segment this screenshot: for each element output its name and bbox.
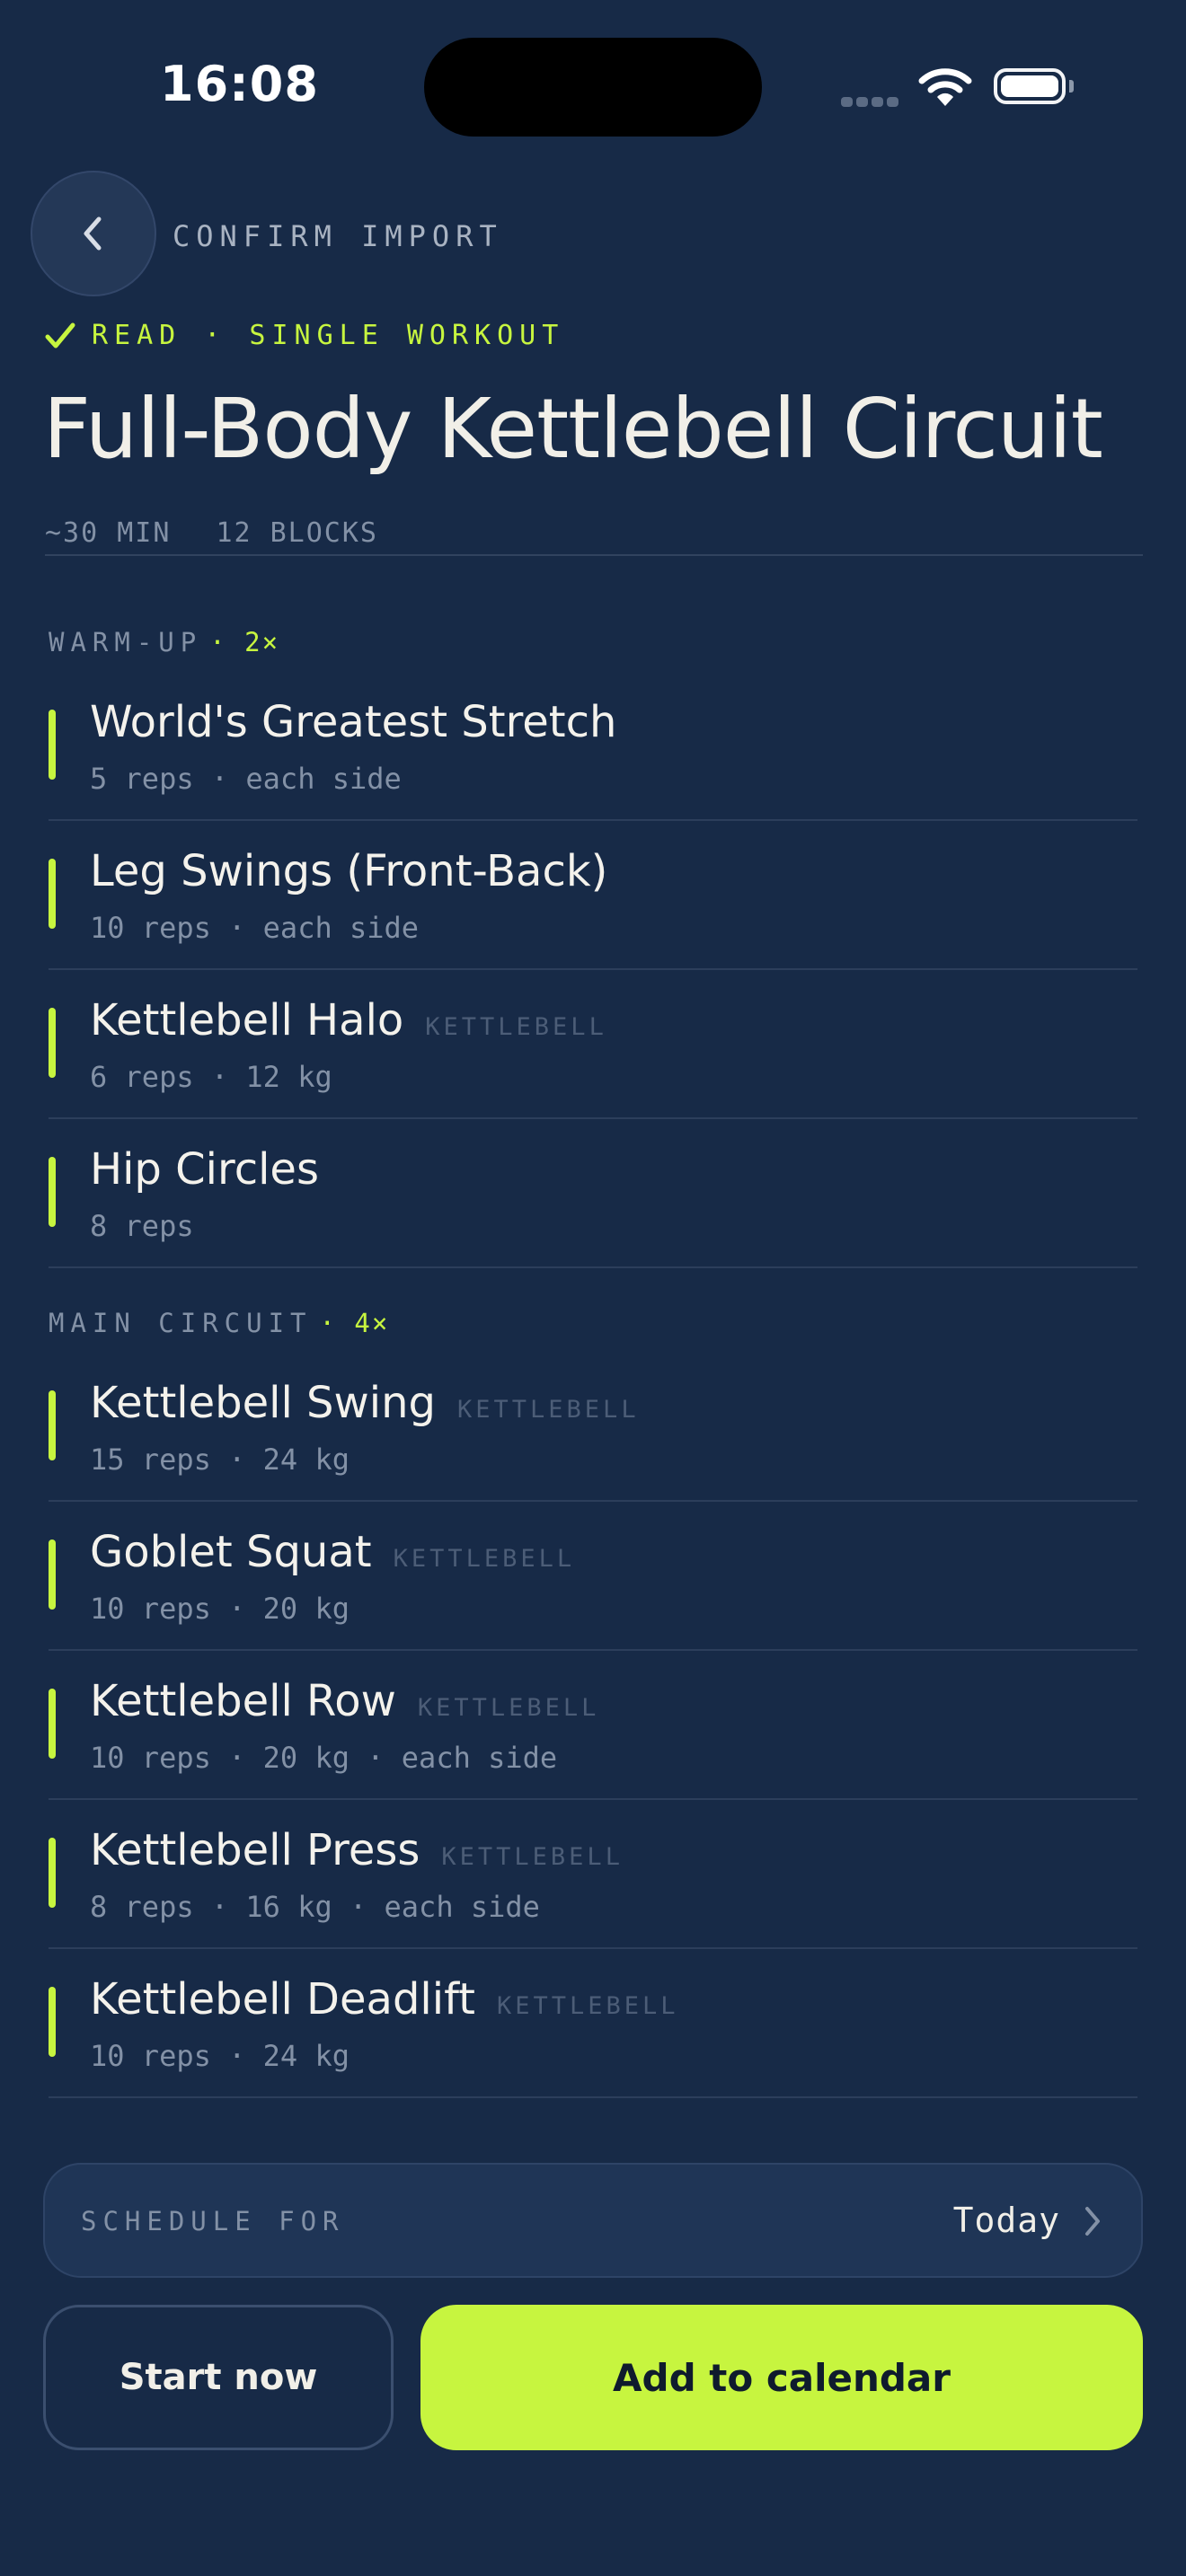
exercise-name: Kettlebell Press: [90, 1825, 420, 1875]
exercise-detail: 6 reps · 12 kg: [90, 1060, 332, 1094]
exercise-detail: 10 reps · 20 kg · each side: [90, 1741, 558, 1775]
exercise-detail: 10 reps · 20 kg: [90, 1592, 350, 1626]
exercise-row[interactable]: Kettlebell Halo KETTLEBELL 6 reps · 12 kg: [49, 970, 1137, 1119]
exercise-row[interactable]: Kettlebell Row KETTLEBELL 10 reps · 20 kg…: [49, 1651, 1137, 1800]
equipment-tag: KETTLEBELL: [457, 1396, 640, 1424]
exercise-name: Kettlebell Halo: [90, 995, 404, 1045]
schedule-value: Today: [952, 2201, 1060, 2240]
section-header-main-circuit: MAIN CIRCUIT · 4×: [49, 1308, 389, 1338]
checkmark-icon: [45, 322, 75, 348]
exercise-row[interactable]: Hip Circles 8 reps: [49, 1119, 1137, 1268]
exercise-accent-bar: [49, 1008, 56, 1078]
exercise-accent-bar: [49, 1987, 56, 2057]
exercise-accent-bar: [49, 859, 56, 929]
workout-duration: ~30 MIN: [45, 517, 172, 549]
exercise-name: Leg Swings (Front-Back): [90, 846, 608, 896]
exercise-name: Kettlebell Deadlift: [90, 1974, 475, 2025]
start-now-button[interactable]: Start now: [43, 2305, 394, 2450]
schedule-for-selector[interactable]: SCHEDULE FOR Today: [43, 2163, 1143, 2278]
workout-title: Full-Body Kettlebell Circuit: [43, 381, 1103, 477]
exercise-row[interactable]: Leg Swings (Front-Back) 10 reps · each s…: [49, 821, 1137, 970]
battery-cap: [1069, 80, 1074, 93]
section-title: WARM-UP: [49, 627, 203, 657]
exercise-name: Kettlebell Row: [90, 1676, 396, 1726]
exercise-detail: 8 reps · 16 kg · each side: [90, 1890, 540, 1924]
exercise-accent-bar: [49, 1838, 56, 1908]
exercise-row[interactable]: Kettlebell Press KETTLEBELL 8 reps · 16 k…: [49, 1800, 1137, 1949]
back-button[interactable]: [31, 171, 156, 296]
exercise-detail: 10 reps · 24 kg: [90, 2039, 350, 2073]
import-status-badge: READ · SINGLE WORKOUT: [45, 320, 564, 351]
exercise-accent-bar: [49, 710, 56, 780]
schedule-label: SCHEDULE FOR: [81, 2206, 345, 2236]
import-status-text: READ · SINGLE WORKOUT: [92, 320, 565, 351]
equipment-tag: KETTLEBELL: [393, 1545, 576, 1573]
exercise-row[interactable]: Kettlebell Deadlift KETTLEBELL 10 reps · …: [49, 1949, 1137, 2098]
chevron-right-icon: [1082, 2204, 1103, 2242]
section-multiplier: · 2×: [209, 627, 280, 657]
section-title: MAIN CIRCUIT: [49, 1308, 313, 1338]
exercise-detail: 10 reps · each side: [90, 911, 420, 945]
dynamic-island: [424, 38, 762, 137]
divider: [45, 554, 1143, 556]
cellular-signal-icon: [841, 93, 902, 110]
equipment-tag: KETTLEBELL: [417, 1694, 600, 1722]
wifi-icon: [918, 66, 972, 111]
workout-meta: ~30 MIN 12 BLOCKS: [45, 517, 378, 549]
exercise-accent-bar: [49, 1157, 56, 1227]
add-to-calendar-button[interactable]: Add to calendar: [420, 2305, 1143, 2450]
chevron-left-icon: [84, 216, 102, 251]
page-header-title: CONFIRM IMPORT: [173, 219, 503, 253]
exercise-row[interactable]: Kettlebell Swing KETTLEBELL 15 reps · 24 …: [49, 1353, 1137, 1502]
exercise-accent-bar: [49, 1539, 56, 1610]
exercise-name: World's Greatest Stretch: [90, 697, 617, 747]
exercise-detail: 5 reps · each side: [90, 762, 402, 796]
exercise-detail: 8 reps: [90, 1209, 194, 1243]
exercise-row[interactable]: World's Greatest Stretch 5 reps · each s…: [49, 672, 1137, 821]
exercise-name: Kettlebell Swing: [90, 1378, 437, 1428]
section-header-warm-up: WARM-UP · 2×: [49, 627, 279, 657]
equipment-tag: KETTLEBELL: [425, 1013, 607, 1041]
battery-icon: [994, 68, 1066, 104]
exercise-name: Goblet Squat: [90, 1527, 372, 1577]
exercise-row[interactable]: Goblet Squat KETTLEBELL 10 reps · 20 kg: [49, 1502, 1137, 1651]
exercise-accent-bar: [49, 1689, 56, 1759]
exercise-detail: 15 reps · 24 kg: [90, 1442, 350, 1477]
equipment-tag: KETTLEBELL: [496, 1992, 679, 2020]
exercise-name: Hip Circles: [90, 1144, 319, 1195]
status-time: 16:08: [160, 56, 319, 112]
exercise-accent-bar: [49, 1390, 56, 1460]
section-multiplier: · 4×: [319, 1308, 390, 1338]
equipment-tag: KETTLEBELL: [441, 1843, 624, 1871]
workout-block-count: 12 BLOCKS: [216, 517, 378, 549]
